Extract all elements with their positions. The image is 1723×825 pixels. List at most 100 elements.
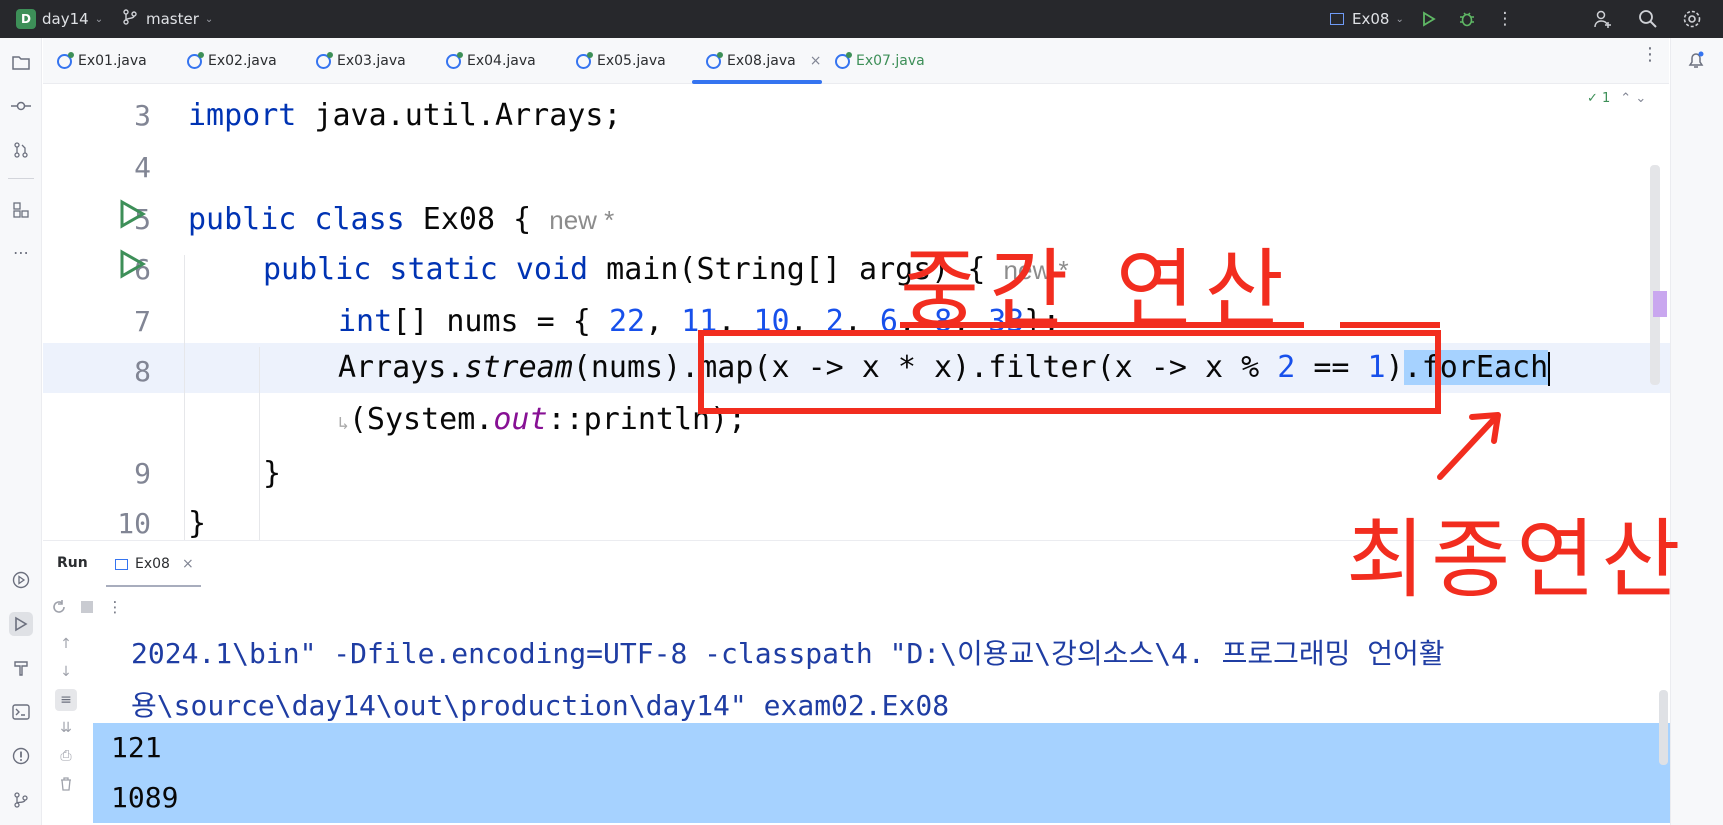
annotation-underline [1340,322,1440,328]
code-text: java.util.Arrays; [296,98,622,133]
chevron-down-icon: ⌄ [94,13,104,25]
run-class-icon[interactable] [117,199,147,229]
code-editor[interactable]: 3 4 5 6 7 8 9 10 import java.util.Arrays… [43,85,1670,540]
run-tab-ex08[interactable]: Ex08 × [115,541,194,587]
run-config-icon [115,558,128,570]
debug-icon[interactable] [1456,8,1478,30]
more-icon[interactable]: ⋮ [105,597,125,617]
project-folder-icon[interactable] [9,50,33,74]
indent-guide [184,255,185,540]
tab-ex02[interactable]: Ex02.java [187,38,277,84]
git-icon[interactable] [9,788,33,812]
more-icon[interactable]: ⋮ [1494,8,1516,30]
pull-requests-icon[interactable] [9,138,33,162]
services-icon[interactable] [9,568,33,592]
line-number: 7 [134,305,151,338]
right-tool-strip [1670,38,1723,825]
keyword: public class [188,202,405,237]
branch-icon [122,9,138,29]
line-number: 3 [134,99,151,132]
search-icon[interactable] [1637,8,1659,30]
terminal-icon[interactable] [9,700,33,724]
java-class-icon [187,51,204,69]
method-call: stream [464,350,573,385]
scroll-to-end-icon[interactable]: ⇊ [55,717,77,739]
run-main-icon[interactable] [117,249,147,279]
divider [8,178,34,179]
line-number: 4 [134,151,151,184]
line-number: 5 [134,203,151,236]
console-scrollbar[interactable] [1659,690,1668,765]
code-line-8-wrap: ↳(System.out::println); [338,395,746,445]
run-tool-icon[interactable] [9,612,33,636]
tab-label: Ex08.java [727,53,796,69]
close-icon[interactable]: × [810,53,822,69]
structure-icon[interactable] [9,198,33,222]
chevron-down-icon: ⌄ [1395,13,1404,25]
editor-tab-bar: Ex01.java Ex02.java Ex03.java Ex04.java … [43,38,1669,84]
problems-icon[interactable] [9,744,33,768]
branch-selector[interactable]: master ⌄ [122,0,213,38]
code-line-5: public class Ex08 { new * [188,195,614,245]
tab-ex01[interactable]: Ex01.java [57,38,147,84]
console-side-toolbar: ↑ ↓ ≡ ⇊ ⎙ [43,627,93,825]
commit-icon[interactable] [9,94,33,118]
line-number: 9 [134,457,151,490]
build-icon[interactable] [9,656,33,680]
tab-label: Ex04.java [467,53,536,69]
java-class-icon [316,51,333,69]
editor-scrollbar[interactable] [1650,165,1660,385]
arrow-down-icon[interactable]: ↓ [55,661,77,683]
tab-ex05[interactable]: Ex05.java [576,38,666,84]
chevron-up-down-icon[interactable]: ⌃ ⌄ [1620,91,1646,106]
keyword: public static void [263,252,589,287]
caret [1548,351,1551,386]
project-selector[interactable]: D day14 ⌄ [16,0,103,38]
java-class-icon [835,51,852,69]
console-output-line: 121 [93,723,1670,773]
java-class-icon [57,51,74,69]
tab-ex03[interactable]: Ex03.java [316,38,406,84]
more-tools-icon[interactable]: ⋯ [9,240,33,264]
run-config-selector[interactable]: Ex08 ⌄ [1330,0,1404,38]
author-hint[interactable]: new * [549,205,614,235]
code-line-10: } [188,506,207,540]
run-config-icon [1330,13,1344,25]
tab-ex08[interactable]: Ex08.java × [706,38,821,84]
title-bar: D day14 ⌄ master ⌄ Ex08 ⌄ ⋮ [0,0,1723,38]
tab-label: Ex01.java [78,53,147,69]
line-number: 8 [134,355,151,388]
arrow-up-icon[interactable]: ↑ [55,633,77,655]
tab-ex07[interactable]: Ex07.java [835,38,925,84]
stop-icon[interactable] [77,597,97,617]
print-icon[interactable]: ⎙ [55,745,77,767]
notifications-icon[interactable] [1686,50,1706,74]
run-icon[interactable] [1418,8,1440,30]
rerun-icon[interactable] [49,597,69,617]
project-badge: D [16,9,36,29]
tab-ex04[interactable]: Ex04.java [446,38,536,84]
annotation-terminal-label: 최종연산 [1346,510,1687,610]
project-name: day14 [42,10,89,28]
code-text: Arrays. [338,350,465,385]
inspection-widget[interactable]: ✓ 1 ⌃ ⌄ [1587,91,1646,106]
tab-options-icon[interactable]: ⋮ [1641,44,1659,65]
branch-name: master [146,10,199,28]
java-class-icon [576,51,593,69]
active-tab-indicator [692,80,822,84]
indent-guide [259,347,260,540]
trash-icon[interactable] [55,773,77,795]
inspection-count: ✓ 1 [1587,91,1611,106]
keyword: import [188,98,297,133]
annotation-underline [900,322,1304,328]
settings-icon[interactable] [1681,8,1703,30]
tab-label: Ex03.java [337,53,406,69]
keyword: int [338,304,393,339]
soft-wrap-icon[interactable]: ≡ [55,689,77,711]
close-icon[interactable]: × [182,556,194,572]
run-config-name: Ex08 [1352,10,1390,28]
tab-label: Ex05.java [597,53,666,69]
add-user-icon[interactable] [1592,8,1614,30]
console-output[interactable]: 2024.1\bin" -Dfile.encoding=UTF-8 -class… [93,627,1670,825]
tab-label: Ex07.java [856,53,925,69]
